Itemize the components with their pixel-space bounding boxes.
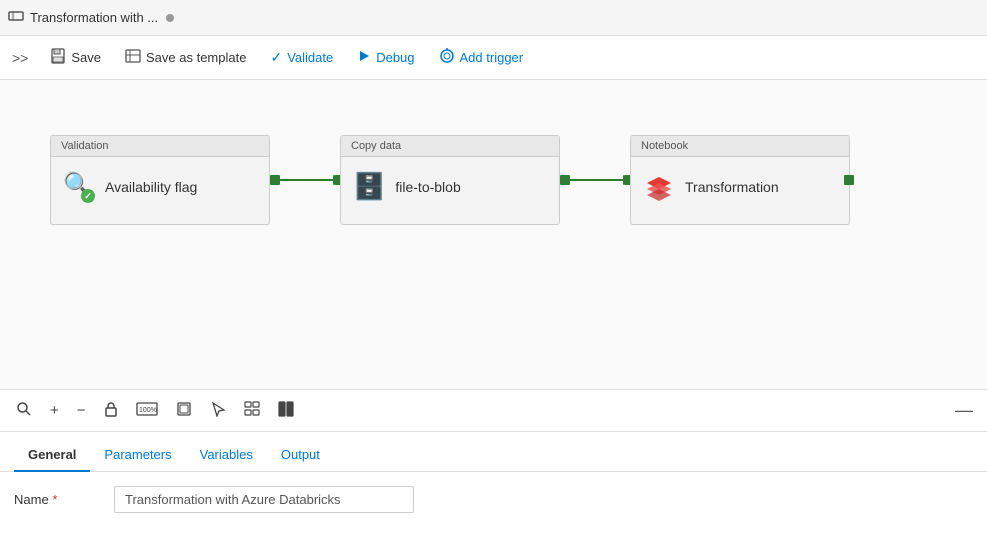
blob-icon: 🗄️	[353, 171, 385, 202]
save-as-template-button[interactable]: Save as template	[115, 43, 256, 72]
node-validation-header: Validation	[51, 136, 269, 157]
tab-pipeline-icon	[8, 8, 24, 27]
minimize-area: —	[955, 400, 973, 421]
split-view-button[interactable]	[276, 399, 296, 423]
node-copy-data-label: file-to-blob	[395, 179, 460, 195]
auto-layout-button[interactable]	[242, 399, 262, 423]
debug-icon	[357, 49, 371, 66]
name-field-row: Name *	[14, 486, 973, 513]
check-badge: ✓	[81, 189, 95, 203]
tab-output[interactable]: Output	[267, 439, 334, 472]
node-notebook-body: Transformation	[631, 157, 849, 217]
tab-general[interactable]: General	[14, 439, 90, 472]
zoom-in-button[interactable]: +	[48, 400, 61, 421]
tab-title: Transformation with ...	[30, 10, 158, 25]
tab-parameters[interactable]: Parameters	[90, 439, 185, 472]
connector-2	[560, 179, 630, 181]
node-copy-data-body: 🗄️ file-to-blob	[341, 157, 559, 216]
svg-text:100%: 100%	[139, 407, 157, 414]
tab-bar: Transformation with ...	[0, 0, 987, 36]
connector-1	[270, 179, 340, 181]
search-zoom-button[interactable]	[14, 399, 34, 423]
zoom-toolbar: + − 100%	[0, 390, 987, 432]
pipeline-flow: Validation 🔍 ✓ Availability flag	[50, 135, 850, 225]
search-check-icon: 🔍 ✓	[63, 171, 95, 203]
node-validation[interactable]: Validation 🔍 ✓ Availability flag	[50, 135, 270, 225]
name-input[interactable]	[114, 486, 414, 513]
node-validation-label: Availability flag	[105, 179, 197, 195]
node-right-dot	[844, 175, 854, 185]
select-tool-button[interactable]	[208, 399, 228, 423]
main-toolbar: >> Save Save as template ✓ Validate	[0, 36, 987, 80]
node-validation-body: 🔍 ✓ Availability flag	[51, 157, 269, 217]
panel-tabs: General Parameters Variables Output	[0, 432, 987, 472]
debug-button[interactable]: Debug	[347, 44, 424, 71]
node-notebook-header: Notebook	[631, 136, 849, 157]
tab-variables[interactable]: Variables	[186, 439, 267, 472]
zoom-100-button[interactable]: 100%	[134, 400, 160, 422]
required-star: *	[52, 492, 57, 507]
fit-page-button[interactable]	[174, 399, 194, 423]
name-label: Name *	[14, 492, 94, 507]
zoom-out-button[interactable]: −	[75, 400, 88, 421]
minimize-button[interactable]: —	[955, 400, 973, 421]
panel-content: Name *	[0, 472, 987, 527]
node-copy-data[interactable]: Copy data 🗄️ file-to-blob	[340, 135, 560, 225]
add-trigger-button[interactable]: Add trigger	[429, 43, 534, 72]
lock-button[interactable]	[102, 399, 120, 423]
databricks-icon	[643, 171, 675, 203]
save-button[interactable]: Save	[40, 43, 111, 72]
template-icon	[125, 48, 141, 67]
validate-icon: ✓	[270, 49, 282, 66]
tab-modified-dot	[166, 14, 174, 22]
node-notebook[interactable]: Notebook Transformation	[630, 135, 850, 225]
pipeline-canvas[interactable]: Validation 🔍 ✓ Availability flag	[0, 80, 987, 390]
collapse-chevron[interactable]: >>	[12, 50, 28, 66]
trigger-icon	[439, 48, 455, 67]
node-notebook-label: Transformation	[685, 179, 779, 195]
validate-button[interactable]: ✓ Validate	[260, 44, 343, 71]
node-copy-data-header: Copy data	[341, 136, 559, 157]
save-icon	[50, 48, 66, 67]
